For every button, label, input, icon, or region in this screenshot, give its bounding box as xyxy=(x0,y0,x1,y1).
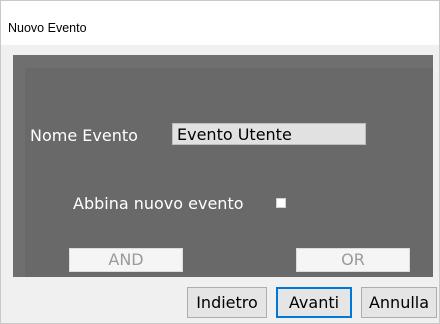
form-panel xyxy=(25,68,433,277)
cancel-button[interactable]: Annulla xyxy=(361,287,437,318)
back-button[interactable]: Indietro xyxy=(187,287,267,318)
dialog-window: Nuovo Evento Nome Evento Abbina nuovo ev… xyxy=(0,0,440,324)
event-name-input[interactable] xyxy=(172,123,366,145)
title-bar: Nuovo Evento xyxy=(1,1,439,45)
match-new-event-label: Abbina nuovo evento xyxy=(73,194,244,213)
event-name-label: Nome Evento xyxy=(30,126,138,145)
and-button[interactable]: AND xyxy=(69,248,183,272)
content-panel xyxy=(13,55,433,277)
next-button[interactable]: Avanti xyxy=(276,287,352,318)
or-button[interactable]: OR xyxy=(296,248,410,272)
window-title: Nuovo Evento xyxy=(8,21,87,35)
match-new-event-checkbox[interactable] xyxy=(276,198,286,208)
